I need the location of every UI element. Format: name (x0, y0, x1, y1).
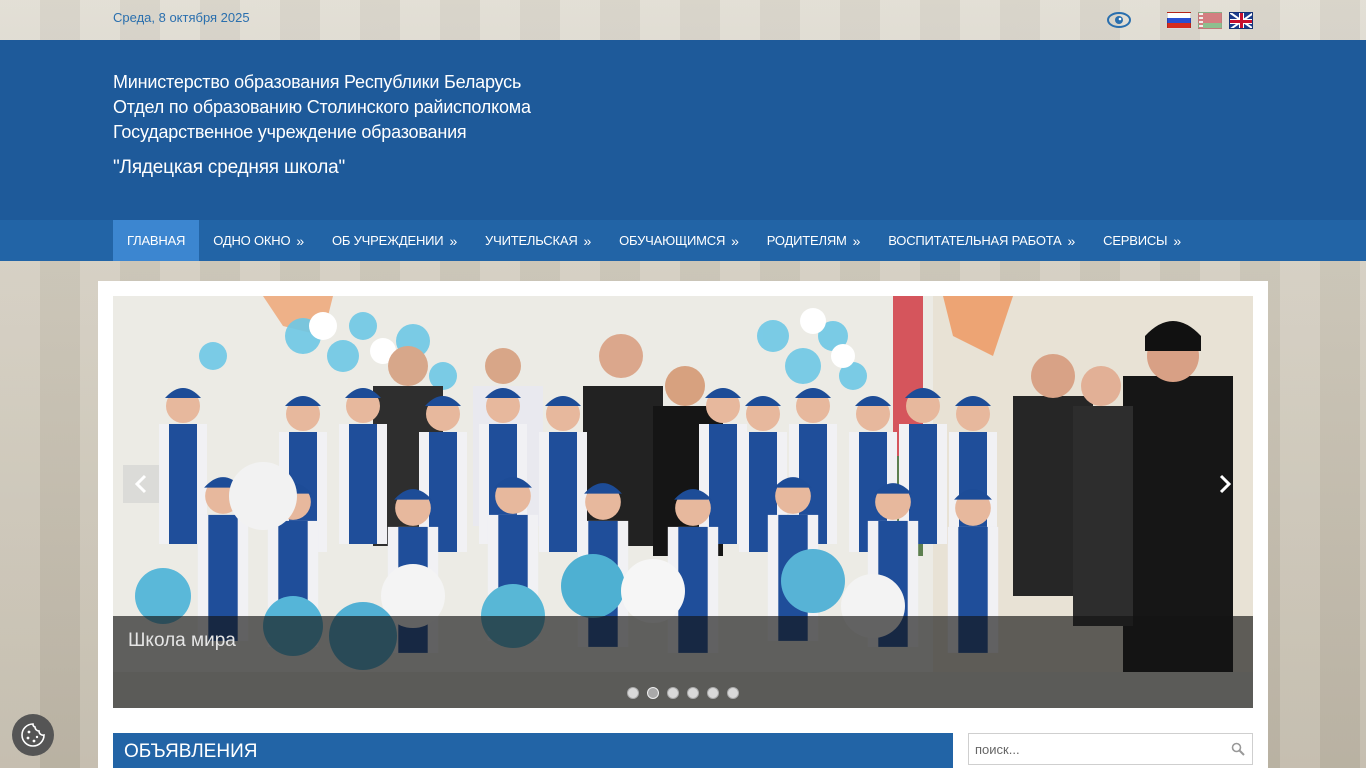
header-school-name: "Лядецкая средняя школа" (113, 157, 346, 178)
top-bar: Среда, 8 октября 2025 (0, 0, 1366, 40)
nav-item-3[interactable]: Учительская » (471, 220, 605, 261)
submenu-arrow-icon: » (731, 232, 739, 249)
nav-item-label: Главная (127, 233, 186, 248)
search-input[interactable] (969, 734, 1252, 764)
chevron-right-icon[interactable] (1207, 465, 1243, 503)
nav-item-label: Воспитательная работа (888, 233, 1062, 248)
submenu-arrow-icon: » (449, 232, 458, 249)
nav-item-label: Родителям (766, 233, 847, 248)
submenu-arrow-icon: » (1173, 232, 1181, 249)
nav-item-label: Учительская (485, 233, 578, 248)
slider-dot[interactable] (707, 687, 719, 699)
nav-item-4[interactable]: Обучающимся » (605, 220, 753, 261)
main-nav: Главная Одно окно» Об учреждении» Учительск… (0, 220, 1366, 261)
nav-item-1[interactable]: Одно окно » (199, 220, 318, 261)
flag-ru-icon[interactable] (1167, 12, 1191, 29)
announcements-title: Объявления (124, 741, 258, 762)
announcements-header: Объявления (113, 733, 953, 768)
slider-pager (113, 672, 1253, 708)
slider-dot[interactable] (647, 687, 659, 699)
search-box (968, 733, 1253, 765)
search-icon[interactable] (1231, 742, 1245, 756)
flag-by-icon[interactable] (1198, 12, 1222, 29)
nav-item-label: Обучающимся (619, 233, 726, 248)
chevron-left-icon[interactable] (123, 465, 159, 503)
slider-dot[interactable] (687, 687, 699, 699)
nav-item-label: Сервисы (1103, 233, 1168, 248)
nav-item-7[interactable]: Сервисы » (1089, 220, 1195, 261)
slider-dot[interactable] (667, 687, 679, 699)
submenu-arrow-icon: » (583, 232, 592, 249)
slide-caption[interactable]: Школа мира (128, 630, 236, 652)
flag-en-icon[interactable] (1229, 12, 1253, 29)
nav-item-2[interactable]: Об учреждении » (318, 220, 471, 261)
eye-icon[interactable] (1107, 11, 1131, 29)
site-header: Министерство образования Республики Бела… (0, 40, 1366, 220)
slider-dot[interactable] (727, 687, 739, 699)
nav-item-6[interactable]: Воспитательная работа » (874, 220, 1089, 261)
slider-dot[interactable] (627, 687, 639, 699)
header-ministry: Министерство образования Республики Бела… (113, 72, 522, 92)
cookie-icon (21, 723, 45, 747)
nav-item-label: Одно окно (213, 233, 291, 248)
submenu-arrow-icon: » (1067, 232, 1076, 249)
current-date: Среда, 8 октября 2025 (113, 10, 250, 25)
submenu-arrow-icon: » (852, 232, 861, 249)
nav-item-label: Об учреждении (331, 233, 444, 248)
slide-caption-bar: Школа мира (113, 616, 1253, 672)
cookie-settings-button[interactable] (12, 714, 54, 756)
header-department: Отдел по образованию Столинского райиспо… (113, 97, 531, 117)
nav-item-0[interactable]: Главная (113, 220, 200, 261)
header-institution-type: Государственное учреждение образования (113, 122, 467, 142)
submenu-arrow-icon: » (296, 232, 304, 249)
nav-item-5[interactable]: Родителям » (753, 220, 875, 261)
